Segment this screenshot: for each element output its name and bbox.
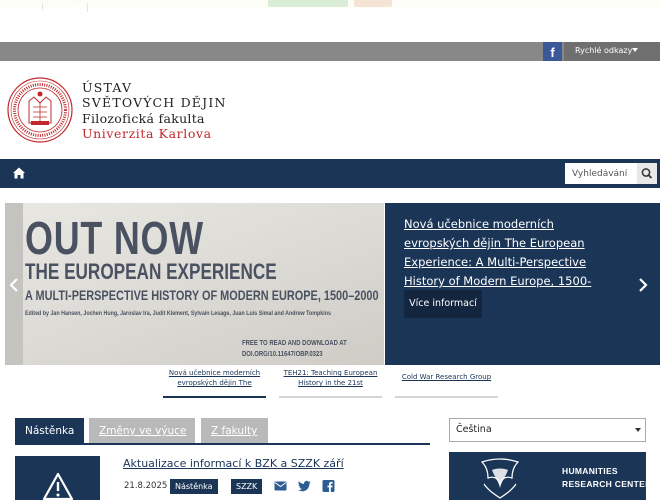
more-info-button[interactable]: Více informací [404,290,482,318]
nav-label: Věda a výzkum [95,9,171,20]
humanities-logo-icon [480,458,520,499]
humanities-line1: HUMANITIES [562,466,618,476]
tabs-underline [15,443,430,445]
language-select[interactable]: Čeština [449,418,646,442]
news-tag-nastenka[interactable]: Nástěnka [170,479,218,494]
tab-nastenka[interactable]: Nástěnka [15,418,85,444]
chevron-down-icon [309,12,316,16]
nav-label: Uchazeč [257,9,300,20]
chevron-down-icon [635,428,641,432]
email-icon[interactable] [274,480,287,492]
chevron-down-icon [79,12,86,16]
home-icon[interactable] [12,166,26,180]
nav-item-ustav[interactable]: Ústav [41,0,86,29]
university-name: Univerzita Karlova [82,126,212,141]
main-navbar [0,159,660,188]
facebook-icon[interactable]: f [543,42,562,61]
carousel-prev-arrow-icon[interactable] [8,276,20,294]
hero-headline: OUT NOW [25,212,204,264]
lang-separator: | [86,3,90,13]
news-title-link[interactable]: Aktualizace informací k BZK a SZZK září [123,457,344,470]
nav-label: Studium [190,9,232,20]
university-seal-logo[interactable] [7,77,73,143]
institute-name-line1: ÚSTAV [82,80,133,95]
nav-item-studium[interactable]: Studium [190,0,248,29]
twitter-icon[interactable] [298,480,311,492]
search-input[interactable] [565,163,637,184]
nav-item-kontakt[interactable]: Kontakt [440,0,478,29]
quick-links-label: Rychlé odkazy [575,46,633,55]
carousel-tab-indicator [395,396,498,398]
warning-icon [42,472,74,500]
news-tag-szzk[interactable]: SZZK [231,479,263,494]
hero-subtitle: A MULTI-PERSPECTIVE HISTORY OF MODERN EU… [25,287,379,303]
carousel-tab-indicator [163,396,266,398]
facebook-icon[interactable] [322,480,335,492]
hero-free-text: FREE TO READ AND DOWNLOAD AT [242,340,347,347]
nav-item-uchazec[interactable]: Uchazeč [257,0,316,29]
search-button[interactable] [637,163,657,184]
hero-title: THE EUROPEAN EXPERIENCE [25,259,277,284]
nav-item-veda[interactable]: Věda a výzkum [95,0,187,29]
chevron-down-icon [180,12,187,16]
lang-link-cestina[interactable]: Čeština [5,3,39,13]
nav-label: Kontakt [440,9,479,20]
tab-z-fakulty[interactable]: Z fakulty [201,418,268,444]
nav-label: Studium v zahraničí [323,9,423,20]
hero-doi-text: DOI.ORG/10.11647/OBP.0323 [242,351,323,358]
institute-name-line2: SVĚTOVÝCH DĚJIN [82,95,227,110]
carousel-tab-indicator [279,396,382,398]
carousel-slide-image[interactable]: OUT NOW THE EUROPEAN EXPERIENCE A MULTI-… [5,203,384,365]
hero-editors: Edited by Jan Hansen, Jochen Hung, Jaros… [25,310,331,317]
carousel-tab-2[interactable]: TEH21: Teaching European History in the … [279,368,382,398]
humanities-line2: RESEARCH CENTERS [562,479,658,489]
tab-zmeny-ve-vyuce[interactable]: Změny ve výuce [89,418,195,444]
search-icon [641,168,653,179]
nav-label: Ústav [41,9,70,20]
news-date: 21.8.2025 [124,481,168,491]
faculty-name: Filozofická fakulta [82,111,205,126]
chevron-down-icon [241,12,248,16]
chevron-down-icon [632,48,638,52]
nav-item-zahranici[interactable]: Studium v zahraničí [323,0,439,29]
carousel-next-arrow-icon[interactable] [637,276,649,294]
carousel-tab-1[interactable]: Nová učebnice moderních evropských dějin… [163,368,266,398]
chevron-down-icon [432,12,439,16]
